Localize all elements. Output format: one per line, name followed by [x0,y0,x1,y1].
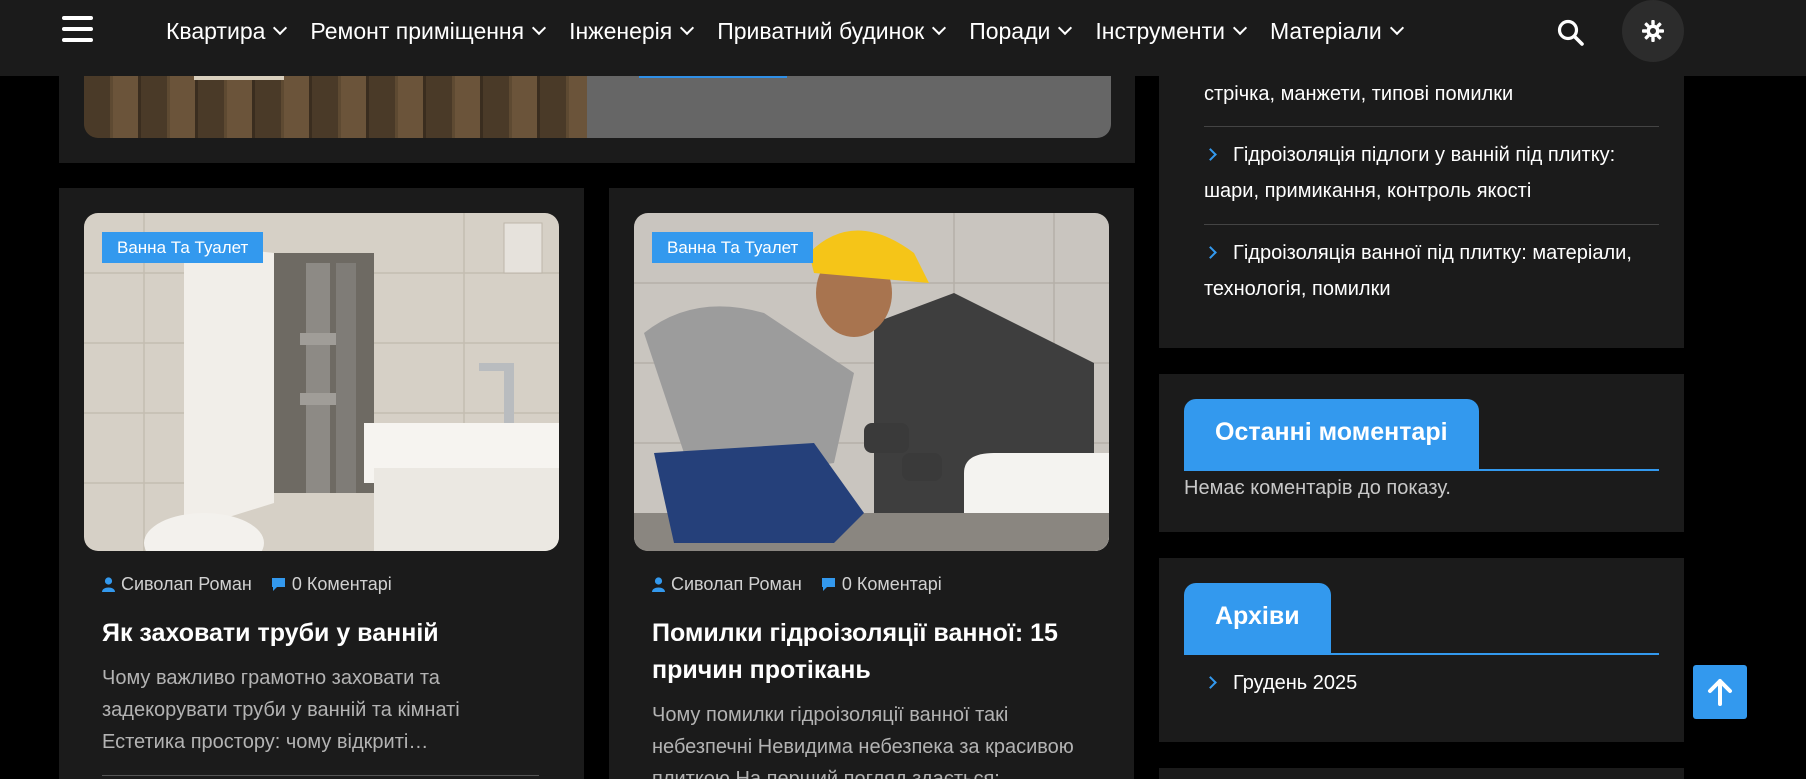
recent-comments-widget: Останні моментарі Немає коментарів до по… [1159,374,1684,532]
divider [102,775,539,776]
nav-item-room-renovation[interactable]: Ремонт приміщення [310,18,547,45]
nav-item-apartment[interactable]: Квартира [166,18,288,45]
post-excerpt: Чому помилки гідроізоляції ванної такі н… [652,704,1074,779]
archive-link[interactable]: Грудень 2025 [1204,665,1659,701]
user-icon [102,577,115,592]
widget-title-underline [1184,653,1659,655]
post-thumbnail[interactable]: Ванна Та Туалет [634,213,1109,551]
comment-icon [271,578,285,591]
sun-gear-icon [1642,20,1664,42]
recent-post-link[interactable]: Гідроізоляція підлоги у ванній під плитк… [1204,137,1659,209]
arrow-up-icon [1708,679,1732,706]
recent-post-link[interactable]: стрічка, манжети, типові помилки [1204,76,1659,112]
post-meta: Сиволап Роман 0 Коментарі [652,574,942,595]
chevron-down-icon [932,20,947,36]
main-menu: Квартира Ремонт приміщення Інженерія При… [166,0,1427,62]
post-author[interactable]: Сиволап Роман [102,574,252,595]
post-comments[interactable]: 0 Коментарі [821,574,942,595]
chevron-down-icon [532,20,547,36]
bathroom-pipes-image [84,213,559,551]
recent-posts-widget: стрічка, манжети, типові помилки Гідроіз… [1159,60,1684,348]
user-icon [652,577,665,592]
nav-item-materials[interactable]: Матеріали [1270,18,1404,45]
chevron-down-icon [680,20,695,36]
theme-toggle-button[interactable] [1622,0,1684,62]
post-card: Ванна Та Туалет Сиволап Роман 0 Коментар… [59,188,584,779]
divider [1204,126,1659,127]
divider [1204,224,1659,225]
archives-widget: Архіви Грудень 2025 [1159,558,1684,742]
chevron-down-icon [273,20,288,36]
chevron-down-icon [1232,20,1248,36]
chevron-right-icon [1204,148,1217,161]
post-title[interactable]: Як заховати труби у ванній [102,615,547,652]
chevron-right-icon [1204,246,1217,259]
widget-title: Архіви [1184,583,1331,655]
nav-item-private-house[interactable]: Приватний будинок [717,18,947,45]
post-thumbnail[interactable]: Ванна Та Туалет [84,213,559,551]
post-author[interactable]: Сиволап Роман [652,574,802,595]
category-badge[interactable]: Ванна Та Туалет [652,232,814,263]
widget-title: Останні моментарі [1184,399,1479,471]
next-widget [1159,768,1684,779]
comment-icon [821,578,835,591]
chevron-right-icon [1204,676,1217,689]
post-card: Ванна Та Туалет Сиволап Роман 0 Коментар… [609,188,1134,779]
nav-item-engineering[interactable]: Інженерія [569,18,695,45]
category-badge[interactable]: Ванна Та Туалет [102,232,264,263]
post-excerpt: Чому важливо грамотно заховати та задеко… [102,667,460,753]
post-title[interactable]: Помилки гідроізоляції ванної: 15 причин … [652,615,1097,689]
recent-post-link[interactable]: Гідроізоляція ванної під плитку: матеріа… [1204,235,1659,307]
scroll-to-top-button[interactable] [1693,665,1747,719]
hamburger-icon[interactable] [62,16,93,42]
widget-title-underline [1184,469,1659,471]
chevron-down-icon [1058,20,1073,36]
post-comments[interactable]: 0 Коментарі [271,574,392,595]
chevron-down-icon [1389,20,1404,36]
post-meta: Сиволап Роман 0 Коментарі [102,574,392,595]
top-navigation-bar: Квартира Ремонт приміщення Інженерія При… [0,0,1806,76]
waterproofing-worker-image [634,213,1109,551]
no-comments-text: Немає коментарів до показу. [1184,477,1451,499]
nav-item-tips[interactable]: Поради [969,18,1073,45]
nav-item-tools[interactable]: Інструменти [1095,18,1248,45]
search-icon[interactable] [1556,18,1586,48]
